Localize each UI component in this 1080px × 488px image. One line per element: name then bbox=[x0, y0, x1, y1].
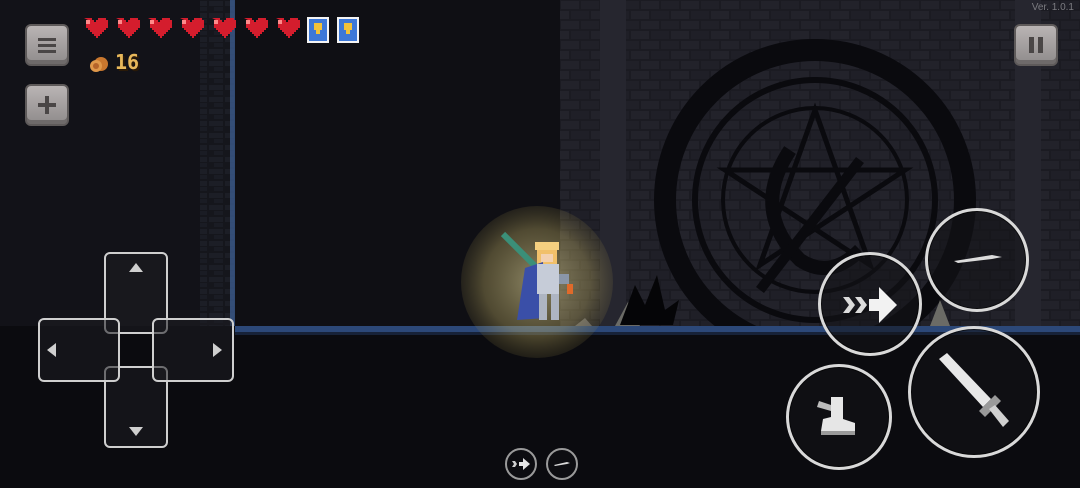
mini-dash-button[interactable] bbox=[505, 448, 537, 480]
game-scene: 16 Ver. 1.0.1 bbox=[0, 0, 1080, 488]
shield-icon bbox=[337, 17, 359, 43]
heart-icon bbox=[244, 18, 268, 38]
dpad-left[interactable] bbox=[38, 318, 120, 382]
jump-button[interactable] bbox=[786, 364, 892, 470]
hero-knight bbox=[500, 231, 573, 320]
health-bar bbox=[82, 16, 360, 44]
dagger-icon bbox=[554, 462, 570, 466]
arrow-left-icon bbox=[47, 343, 56, 357]
dash-button[interactable] bbox=[818, 252, 922, 356]
dash-arrow-icon bbox=[512, 458, 530, 470]
heart-icon bbox=[276, 18, 300, 38]
coin-icon bbox=[90, 57, 108, 72]
heart-icon bbox=[212, 18, 236, 38]
add-button[interactable] bbox=[25, 84, 69, 126]
arrow-right-icon bbox=[213, 343, 222, 357]
dpad bbox=[38, 252, 234, 448]
menu-button[interactable] bbox=[25, 24, 69, 66]
dagger-icon bbox=[954, 255, 1002, 263]
plus-icon bbox=[38, 96, 56, 114]
dpad-right[interactable] bbox=[152, 318, 234, 382]
coin-count: 16 bbox=[115, 50, 140, 74]
pause-button[interactable] bbox=[1014, 24, 1058, 66]
winged-boot-icon bbox=[817, 397, 855, 435]
dash-arrow-icon bbox=[843, 287, 897, 323]
arrow-up-icon bbox=[129, 263, 143, 272]
arrow-down-icon bbox=[129, 427, 143, 436]
mini-throw-button[interactable] bbox=[546, 448, 578, 480]
version-label: Ver. 1.0.1 bbox=[1031, 2, 1074, 13]
attack-button[interactable] bbox=[908, 326, 1040, 458]
sword-icon bbox=[939, 353, 1009, 427]
heart-icon bbox=[148, 18, 172, 38]
heart-icon bbox=[116, 18, 140, 38]
heart-icon bbox=[84, 18, 108, 38]
menu-icon bbox=[38, 38, 56, 53]
shield-icon bbox=[307, 17, 329, 43]
pause-icon bbox=[1029, 37, 1043, 53]
heart-icon bbox=[180, 18, 204, 38]
throw-button[interactable] bbox=[925, 208, 1029, 312]
